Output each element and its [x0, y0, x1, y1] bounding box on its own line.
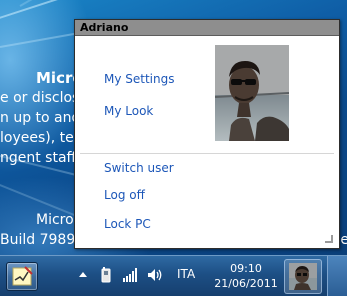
sticky-notes-taskbar-button[interactable] — [6, 262, 38, 291]
my-settings-link[interactable]: My Settings — [104, 72, 175, 86]
taskbar-clock[interactable]: 09:10 21/06/2011 — [214, 261, 278, 291]
show-desktop-button[interactable] — [327, 256, 347, 296]
phone-device-icon[interactable] — [97, 266, 115, 284]
input-language-indicator[interactable]: ITA — [177, 267, 195, 281]
profile-photo[interactable] — [215, 45, 289, 141]
taskbar: ITA 09:10 21/06/2011 — [0, 255, 347, 296]
my-look-link[interactable]: My Look — [104, 104, 153, 118]
user-menu-popup: Adriano My Settings My Look Switch user … — [74, 19, 340, 249]
profile-photo-image — [215, 45, 289, 141]
user-account-taskbar-button[interactable] — [284, 259, 322, 294]
chevron-up-icon[interactable] — [74, 266, 92, 284]
clock-date: 21/06/2011 — [214, 277, 278, 290]
menu-divider — [80, 153, 334, 154]
popup-user-name: Adriano — [75, 20, 339, 36]
signal-bars-icon[interactable] — [121, 266, 139, 284]
speaker-icon[interactable] — [146, 266, 164, 284]
lock-pc-link[interactable]: Lock PC — [104, 217, 151, 231]
sticky-notes-icon — [12, 266, 33, 286]
clock-time: 09:10 — [230, 262, 262, 275]
resize-grip-icon[interactable] — [325, 235, 333, 243]
avatar — [289, 263, 317, 290]
switch-user-link[interactable]: Switch user — [104, 161, 174, 175]
log-off-link[interactable]: Log off — [104, 188, 145, 202]
